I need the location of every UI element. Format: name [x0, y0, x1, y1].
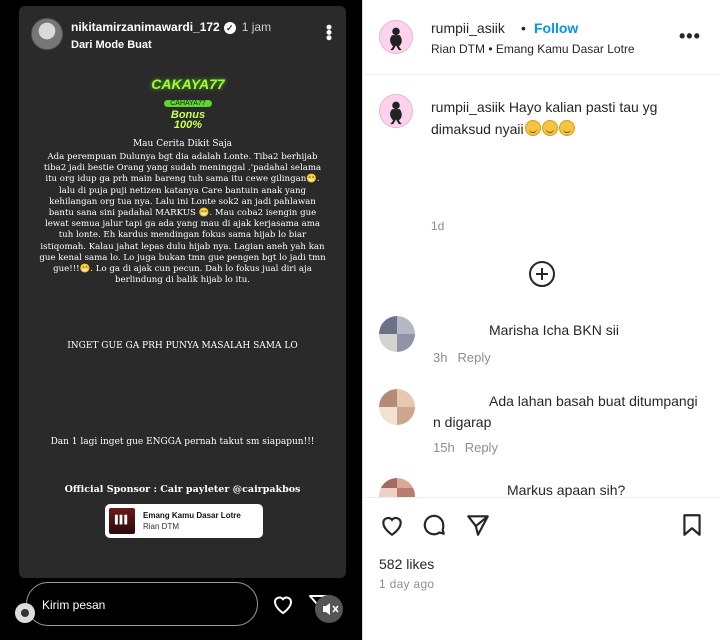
share-icon[interactable] [465, 512, 491, 538]
comment-avatar[interactable] [379, 478, 415, 498]
story-subtitle: Dari Mode Buat [71, 39, 152, 51]
settings-icon[interactable] [15, 603, 35, 623]
music-artist: Rian DTM [143, 522, 180, 531]
heart-icon[interactable] [379, 512, 405, 538]
caption: rumpii_asiik Hayo kalian pasti tau yg di… [431, 96, 701, 140]
comment-meta: 15h Reply [433, 440, 498, 455]
comment-meta: 3h Reply [433, 350, 491, 365]
logo-bonus-pct: 100% [173, 119, 203, 131]
caption-username[interactable]: rumpii_asiik [431, 99, 505, 115]
story-username-row: nikitamirzanimawardi_172 ✓ 1 jam [71, 20, 271, 34]
reply-placeholder: Kirim pesan [42, 598, 106, 612]
comment-text: Marisha Icha BKN sii [489, 322, 619, 338]
comment-avatar[interactable] [379, 316, 415, 352]
music-title: Emang Kamu Dasar Lotre [143, 511, 241, 520]
follow-button[interactable]: Follow [534, 20, 578, 36]
caption-time: 1d [431, 219, 445, 233]
post-music[interactable]: Rian DTM • Emang Kamu Dasar Lotre [431, 42, 635, 56]
story-text-dan: Dan 1 lagi inget gue ENGGA pernah takut … [50, 437, 315, 447]
story-time: 1 jam [241, 20, 272, 34]
heart-icon[interactable] [271, 592, 295, 616]
story-avatar[interactable] [31, 18, 63, 50]
more-options-icon[interactable]: ••• [679, 26, 701, 47]
story-card[interactable]: nikitamirzanimawardi_172 ✓ 1 jam Dari Mode… [19, 6, 346, 578]
album-art-icon [109, 508, 135, 534]
post-age: 1 day ago [379, 577, 435, 591]
comment-icon[interactable] [421, 512, 447, 538]
story-header: nikitamirzanimawardi_172 ✓ 1 jam Dari Mode… [31, 18, 339, 58]
grin-emoji-icon [541, 120, 558, 136]
more-icon[interactable]: ••• [319, 24, 339, 40]
story-viewer: nikitamirzanimawardi_172 ✓ 1 jam Dari Mode… [0, 0, 362, 640]
story-text-body: Ada perempuan Dulunya bgt dia adalah Lon… [39, 152, 326, 286]
comment-time: 3h [433, 350, 448, 365]
verified-icon: ✓ [223, 21, 236, 34]
action-bar: 582 likes 1 day ago [363, 497, 720, 640]
post-avatar[interactable] [379, 20, 413, 54]
story-text-inget: INGET GUE GA PRH PUNYA MASALAH SAMA LO [67, 341, 298, 351]
save-icon[interactable] [679, 512, 705, 538]
reply-button[interactable]: Reply [465, 440, 498, 455]
likes-count[interactable]: 582 likes [379, 556, 434, 572]
mute-icon[interactable] [315, 595, 343, 623]
post-panel: rumpii_asiik • Follow Rian DTM • Emang K… [362, 0, 720, 640]
grin-emoji-icon [558, 120, 575, 136]
comment-text: Markus apaan sih? [507, 482, 626, 497]
comment-time: 15h [433, 440, 455, 455]
reply-button[interactable]: Reply [457, 350, 490, 365]
sponsor-logo: CAKAYA77 CAHAYA77 Bonus 100% [149, 76, 227, 131]
header-separator: • [521, 20, 526, 36]
story-username[interactable]: nikitamirzanimawardi_172 [71, 20, 220, 34]
music-info: Emang Kamu Dasar Lotre Rian DTM [143, 511, 241, 531]
music-sticker[interactable]: Emang Kamu Dasar Lotre Rian DTM [105, 504, 263, 538]
post-username[interactable]: rumpii_asiik [431, 20, 505, 36]
caption-avatar[interactable] [379, 94, 413, 128]
post-header: rumpii_asiik • Follow Rian DTM • Emang K… [363, 0, 720, 75]
add-comment-icon[interactable] [529, 261, 555, 287]
grin-emoji-icon [524, 120, 541, 136]
logo-brand: CAKAYA77 [151, 76, 225, 92]
story-text-sponsor: Official Sponsor : Cair payleter @cairpa… [64, 484, 301, 495]
logo-pill: CAHAYA77 [164, 100, 212, 107]
story-reply-input[interactable]: Kirim pesan [26, 582, 258, 626]
comment-avatar[interactable] [379, 389, 415, 425]
story-text-title: Mau Cerita Dikit Saja [132, 139, 233, 149]
comment-text: Ada lahan basah buat ditumpangi n digara… [433, 393, 698, 430]
